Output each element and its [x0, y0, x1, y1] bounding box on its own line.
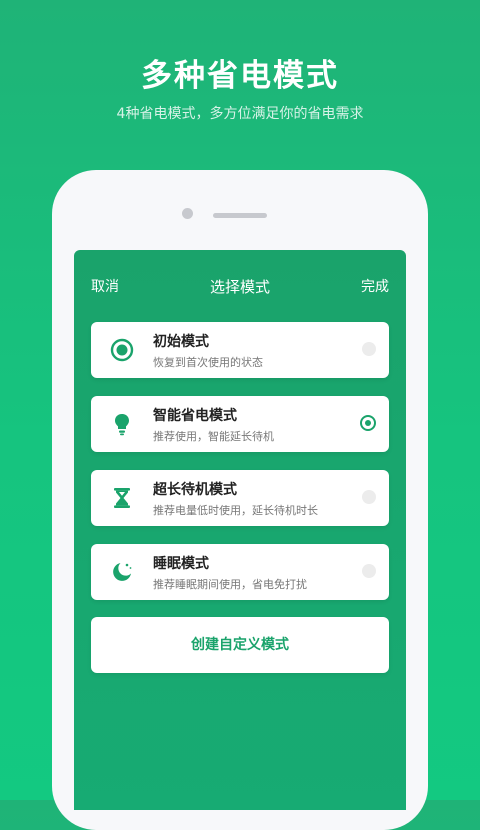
page-subtitle: 4种省电模式，多方位满足你的省电需求: [116, 106, 364, 122]
mode-title: 智能省电模式: [153, 408, 237, 424]
page-title: 多种省电模式: [141, 58, 339, 94]
moon-icon: [113, 563, 132, 581]
mode-title: 超长待机模式: [153, 482, 237, 498]
mode-radio[interactable]: [362, 564, 376, 578]
hourglass-icon: [114, 488, 130, 508]
dialog-topbar: 选择模式 取消 完成: [74, 276, 406, 300]
done-button[interactable]: 完成: [361, 276, 389, 296]
cancel-button[interactable]: 取消: [91, 276, 119, 296]
speaker-slot: [213, 213, 267, 218]
create-custom-mode-button[interactable]: 创建自定义模式: [91, 617, 389, 673]
mode-radio-selected[interactable]: [360, 415, 376, 431]
mode-card-sleep[interactable]: 睡眠模式 推荐睡眠期间使用，省电免打扰: [91, 544, 389, 600]
mode-card-long-standby[interactable]: 超长待机模式 推荐电量低时使用，延长待机时长: [91, 470, 389, 526]
mode-desc: 推荐使用，智能延长待机: [153, 430, 274, 443]
mode-desc: 推荐睡眠期间使用，省电免打扰: [153, 578, 307, 591]
mode-radio[interactable]: [362, 490, 376, 504]
mode-desc: 推荐电量低时使用，延长待机时长: [153, 504, 318, 517]
mode-desc: 恢复到首次使用的状态: [153, 356, 263, 369]
mode-title: 睡眠模式: [153, 556, 209, 572]
mode-select-screen: 选择模式 取消 完成 初始模式 恢复到首次使用的状态 智能省电模式 推荐使用，智…: [74, 250, 406, 810]
lightbulb-icon: [115, 414, 129, 436]
mode-card-initial[interactable]: 初始模式 恢复到首次使用的状态: [91, 322, 389, 378]
dialog-title: 选择模式: [209, 278, 270, 296]
camera-dot: [182, 208, 193, 219]
target-icon: [110, 338, 134, 362]
mode-radio[interactable]: [362, 342, 376, 356]
mode-card-smart[interactable]: 智能省电模式 推荐使用，智能延长待机: [91, 396, 389, 452]
mode-title: 初始模式: [153, 334, 209, 350]
